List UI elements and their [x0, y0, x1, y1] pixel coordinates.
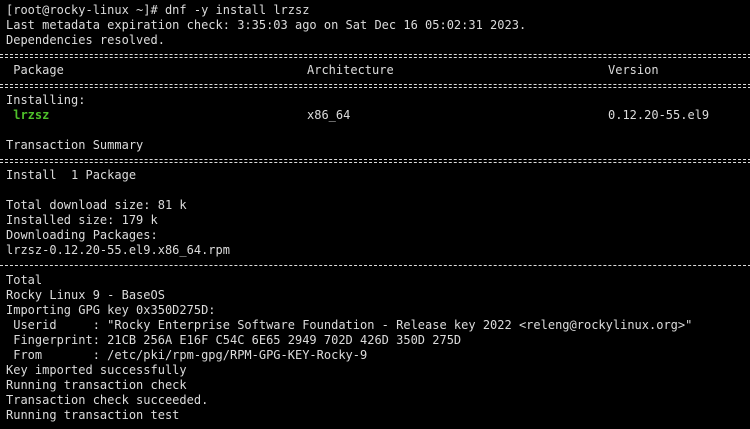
table-header-separator: [0, 78, 750, 93]
download-separator: [0, 258, 750, 273]
terminal-window[interactable]: [root@rocky-linux ~]# dnf -y install lrz…: [0, 0, 750, 429]
running-check-line: Running transaction check: [6, 378, 187, 392]
install-count-line: Install 1 Package: [6, 168, 137, 182]
total-line: Total: [6, 273, 43, 287]
package-version: 0.12.20-55.el9: [608, 108, 710, 122]
transaction-summary-heading: Transaction Summary: [6, 138, 144, 152]
command-text: dnf -y install lrzsz: [164, 3, 310, 17]
repo-line: Rocky Linux 9 - BaseOS: [6, 288, 165, 302]
gpg-userid-line: Userid : "Rocky Enterprise Software Foun…: [6, 318, 693, 332]
downloading-line: Downloading Packages:: [6, 228, 158, 242]
header-version: Version: [608, 63, 659, 77]
key-imported-line: Key imported successfully: [6, 363, 187, 377]
installed-size-line: Installed size: 179 k: [6, 213, 158, 227]
gpg-from-line: From : /etc/pki/rpm-gpg/RPM-GPG-KEY-Rock…: [6, 348, 368, 362]
total-download-line: Total download size: 81 k: [6, 198, 187, 212]
running-test-line: Running transaction test: [6, 408, 180, 422]
summary-separator: [0, 153, 750, 168]
check-succeeded-line: Transaction check succeeded.: [6, 393, 209, 407]
shell-prompt: [root@rocky-linux ~]#: [6, 3, 165, 17]
deps-resolved-line: Dependencies resolved.: [6, 33, 165, 47]
table-row: lrzsz x86_64 0.12.20-55.el9: [6, 108, 750, 123]
metadata-check-line: Last metadata expiration check: 3:35:03 …: [6, 18, 527, 32]
table-top-separator: [0, 48, 750, 63]
package-name: lrzsz: [6, 108, 50, 122]
gpg-fingerprint-line: Fingerprint: 21CB 256A E16F C54C 6E65 29…: [6, 333, 462, 347]
header-package: Package: [6, 63, 64, 77]
table-header-row: Package Architecture Version: [6, 63, 750, 78]
importing-gpg-line: Importing GPG key 0x350D275D:: [6, 303, 216, 317]
rpm-file-line: lrzsz-0.12.20-55.el9.x86_64.rpm: [6, 243, 230, 257]
package-arch: x86_64: [307, 108, 351, 122]
header-architecture: Architecture: [307, 63, 394, 77]
installing-section-label: Installing:: [6, 93, 86, 107]
command-line: [root@rocky-linux ~]# dnf -y install lrz…: [6, 3, 750, 18]
